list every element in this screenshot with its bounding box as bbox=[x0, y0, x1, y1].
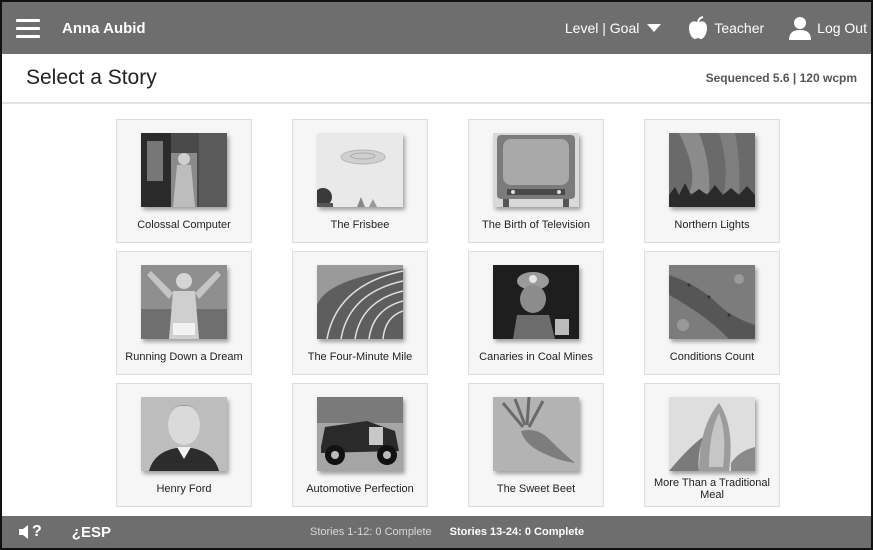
story-title: Canaries in Coal Mines bbox=[479, 350, 593, 363]
story-card[interactable]: The Four-Minute Mile bbox=[292, 251, 428, 375]
story-title: More Than a Traditional Meal bbox=[654, 476, 770, 501]
story-title: Henry Ford bbox=[156, 482, 212, 495]
story-thumbnail bbox=[493, 265, 579, 339]
story-title: The Sweet Beet bbox=[496, 482, 576, 495]
speaker-icon bbox=[19, 525, 28, 539]
top-bar: Anna Aubid Level | Goal Teacher Log Out bbox=[2, 2, 871, 54]
story-grid: Colossal Computer The Frisbee The Birth … bbox=[116, 119, 780, 507]
caret-down-icon bbox=[647, 24, 662, 32]
portrait-photo-icon bbox=[141, 397, 227, 471]
corn-photo-icon bbox=[669, 397, 755, 471]
story-thumbnail bbox=[141, 265, 227, 339]
audio-help-button[interactable]: ? bbox=[18, 523, 42, 541]
aurora-photo-icon bbox=[669, 133, 755, 207]
spanish-toggle[interactable]: ¿ESP bbox=[72, 524, 111, 541]
story-title: The Four-Minute Mile bbox=[307, 350, 413, 363]
user-name: Anna Aubid bbox=[62, 19, 146, 37]
story-card[interactable]: The Frisbee bbox=[292, 119, 428, 243]
menu-button[interactable] bbox=[2, 2, 54, 54]
story-title: Conditions Count bbox=[669, 350, 755, 363]
level-info: Sequenced 5.6 | 120 wcpm bbox=[705, 71, 857, 85]
progress-summary: Stories 1-12: 0 Complete Stories 13-24: … bbox=[310, 516, 584, 548]
help-label: ? bbox=[32, 523, 42, 540]
story-thumbnail bbox=[493, 397, 579, 471]
story-card[interactable]: Conditions Count bbox=[644, 251, 780, 375]
hamburger-icon bbox=[16, 18, 40, 38]
story-thumbnail bbox=[317, 397, 403, 471]
story-title: Automotive Perfection bbox=[306, 482, 414, 495]
story-title: Northern Lights bbox=[674, 218, 750, 231]
bottom-bar: ? ¿ESP Stories 1-12: 0 Complete Stories … bbox=[2, 516, 871, 548]
logout-label: Log Out bbox=[817, 20, 867, 36]
story-title: Running Down a Dream bbox=[125, 350, 243, 363]
progress-stories-13-24[interactable]: Stories 13-24: 0 Complete bbox=[450, 526, 585, 538]
track-photo-icon bbox=[317, 265, 403, 339]
apple-icon bbox=[689, 16, 708, 39]
computer-photo-icon bbox=[141, 133, 227, 207]
story-thumbnail bbox=[317, 133, 403, 207]
story-card[interactable]: Automotive Perfection bbox=[292, 383, 428, 507]
story-card[interactable]: More Than a Traditional Meal bbox=[644, 383, 780, 507]
story-card[interactable]: The Birth of Television bbox=[468, 119, 604, 243]
story-card[interactable]: Henry Ford bbox=[116, 383, 252, 507]
story-thumbnail bbox=[669, 133, 755, 207]
story-thumbnail bbox=[317, 265, 403, 339]
miner-photo-icon bbox=[493, 265, 579, 339]
page-title: Select a Story bbox=[26, 66, 157, 89]
teacher-label: Teacher bbox=[714, 20, 765, 36]
top-right-controls: Level | Goal Teacher Log Out bbox=[565, 2, 871, 54]
story-card[interactable]: Colossal Computer bbox=[116, 119, 252, 243]
story-thumbnail bbox=[141, 397, 227, 471]
classic-car-photo-icon bbox=[317, 397, 403, 471]
story-thumbnail bbox=[669, 265, 755, 339]
story-title: Colossal Computer bbox=[137, 218, 231, 231]
alligator-photo-icon bbox=[669, 265, 755, 339]
level-goal-label: Level | Goal bbox=[564, 20, 640, 36]
progress-stories-1-12[interactable]: Stories 1-12: 0 Complete bbox=[310, 526, 432, 538]
story-thumbnail bbox=[141, 133, 227, 207]
story-card[interactable]: Canaries in Coal Mines bbox=[468, 251, 604, 375]
app-frame: Anna Aubid Level | Goal Teacher Log Out bbox=[0, 0, 873, 550]
story-card[interactable]: The Sweet Beet bbox=[468, 383, 604, 507]
teacher-button[interactable]: Teacher bbox=[687, 16, 764, 40]
story-title: The Birth of Television bbox=[481, 218, 591, 231]
beet-photo-icon bbox=[493, 397, 579, 471]
story-title: The Frisbee bbox=[330, 218, 390, 231]
logout-button[interactable]: Log Out bbox=[788, 16, 867, 40]
story-card[interactable]: Running Down a Dream bbox=[116, 251, 252, 375]
story-card[interactable]: Northern Lights bbox=[644, 119, 780, 243]
runner-photo-icon bbox=[141, 265, 227, 339]
story-thumbnail bbox=[493, 133, 579, 207]
user-icon bbox=[789, 17, 812, 40]
level-goal-dropdown[interactable]: Level | Goal bbox=[564, 20, 662, 36]
page-header: Select a Story Sequenced 5.6 | 120 wcpm bbox=[2, 54, 871, 104]
television-photo-icon bbox=[493, 133, 579, 207]
story-thumbnail bbox=[669, 397, 755, 471]
frisbee-photo-icon bbox=[317, 133, 403, 207]
